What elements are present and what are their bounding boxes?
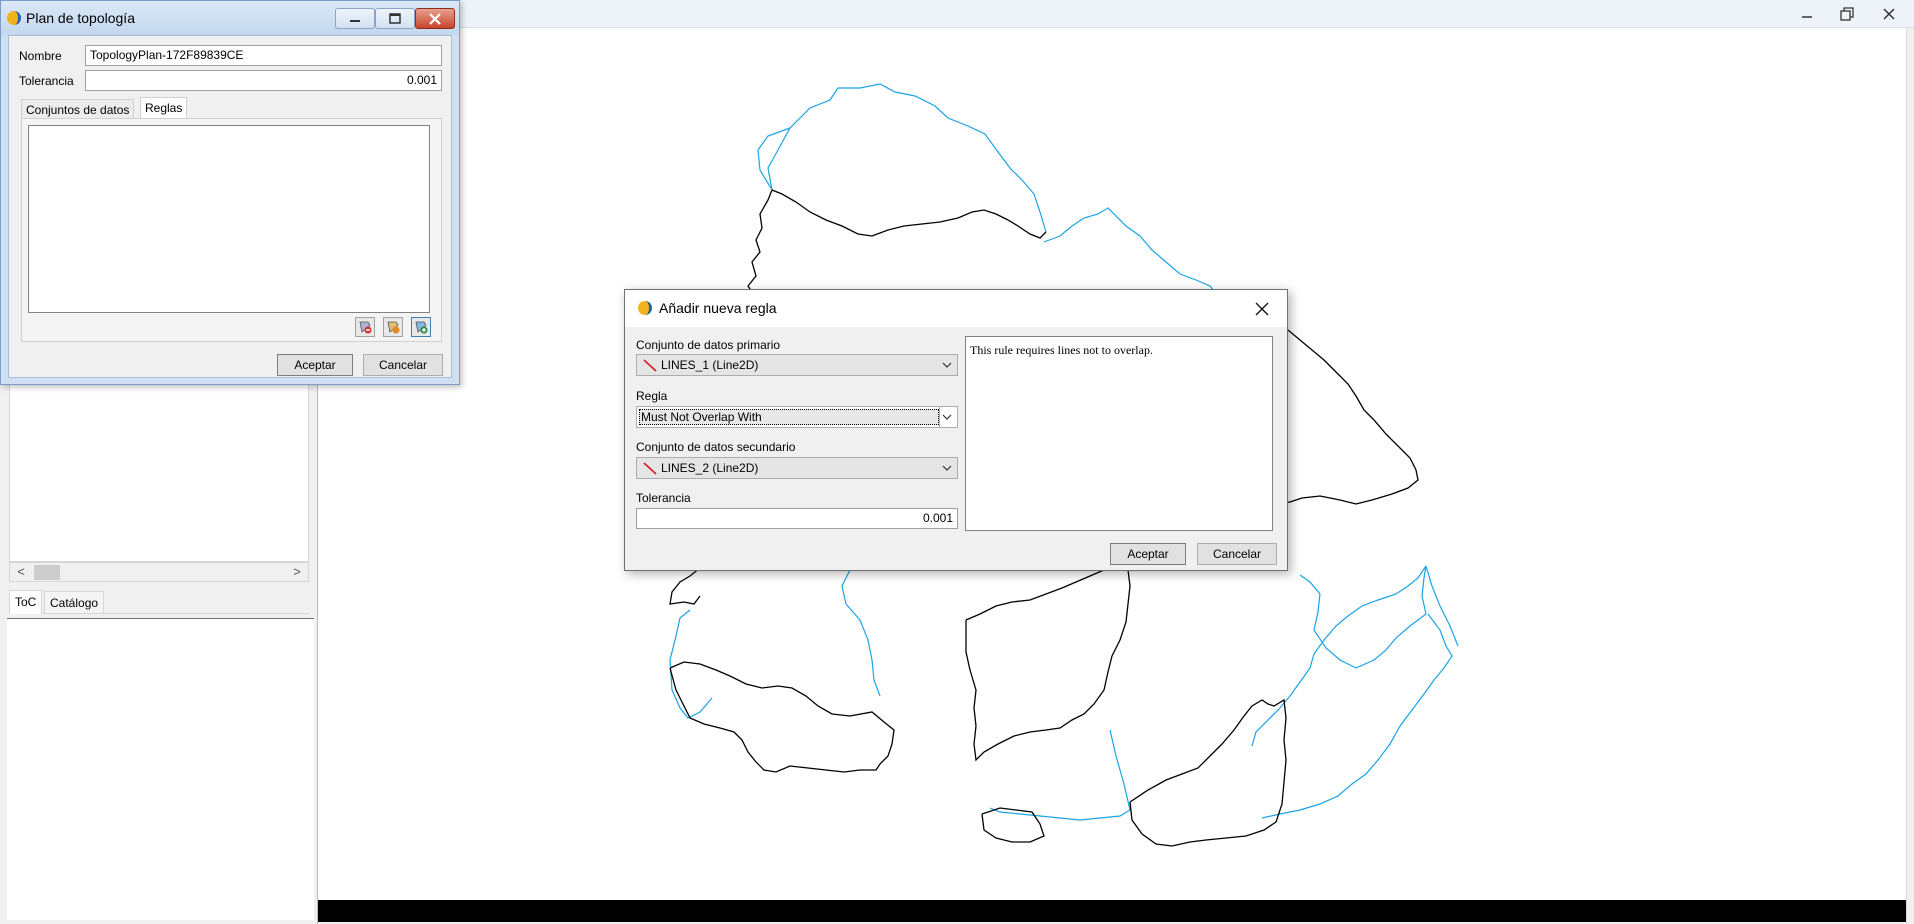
secondary-dataset-label: Conjunto de datos secundario <box>636 440 796 454</box>
rule-select[interactable]: Must Not Overlap With <box>636 406 958 428</box>
plan-name-field[interactable]: TopologyPlan-172F89839CE <box>85 45 442 66</box>
primary-dataset-value: LINES_1 (Line2D) <box>661 358 759 372</box>
plan-tolerance-field[interactable]: 0.001 <box>85 70 442 91</box>
add-rule-icon <box>415 321 428 334</box>
topology-plan-title: Plan de topología <box>26 10 135 26</box>
add-rule-dialog: Añadir nueva regla Conjunto de datos pri… <box>624 289 1288 571</box>
tab-catalogo[interactable]: Catálogo <box>44 591 105 613</box>
blue-line-south <box>989 729 1131 821</box>
primary-dataset-label: Conjunto de datos primario <box>636 338 781 352</box>
primary-dataset-select[interactable]: LINES_1 (Line2D) <box>636 354 958 376</box>
tab-conjuntos-de-datos[interactable]: Conjuntos de datos <box>21 99 135 119</box>
rule-accept-button[interactable]: Aceptar <box>1110 543 1186 565</box>
add-rule-button[interactable] <box>411 317 431 337</box>
rule-tolerance-label: Tolerancia <box>636 491 691 505</box>
black-line-nw-region <box>669 567 701 605</box>
plan-name-label: Nombre <box>19 49 62 63</box>
chevron-down-icon <box>942 414 952 420</box>
black-line-west-coast <box>747 189 773 293</box>
black-line-west-region <box>669 661 895 773</box>
left-panel-tabs: ToC Catálogo <box>9 590 309 614</box>
rule-label: Regla <box>636 389 668 403</box>
plan-tolerance-label: Tolerancia <box>19 74 74 88</box>
blue-line-north <box>767 83 1047 233</box>
app-logo-icon <box>7 11 21 25</box>
plan-close-button[interactable] <box>415 8 455 29</box>
tab-reglas[interactable]: Reglas <box>140 97 188 119</box>
maximize-icon <box>389 12 401 24</box>
app-logo-icon <box>638 301 652 315</box>
add-rule-title: Añadir nueva regla <box>659 300 777 316</box>
secondary-dataset-select[interactable]: LINES_2 (Line2D) <box>636 457 958 479</box>
map-statusbar <box>318 900 1906 922</box>
restore-icon <box>1840 7 1854 21</box>
topology-plan-titlebar[interactable]: Plan de topología <box>1 1 459 35</box>
plan-maximize-button[interactable] <box>375 8 415 29</box>
toc-horizontal-scrollbar[interactable]: < > <box>9 562 309 582</box>
rule-value: Must Not Overlap With <box>641 410 762 424</box>
plan-cancel-button[interactable]: Cancelar <box>363 354 443 376</box>
black-line-north-coast <box>771 189 1047 239</box>
edit-rule-button[interactable] <box>383 317 403 337</box>
scroll-thumb[interactable] <box>34 565 60 580</box>
scroll-right-arrow[interactable]: > <box>289 564 305 580</box>
close-icon <box>429 12 441 25</box>
black-line-southeast <box>1129 698 1287 847</box>
chevron-down-icon <box>942 362 952 368</box>
rule-cancel-button[interactable]: Cancelar <box>1197 543 1277 565</box>
window-close-button[interactable] <box>1872 1 1906 27</box>
close-icon <box>1883 8 1895 20</box>
blue-line-mid <box>841 569 881 697</box>
edit-rule-icon <box>387 321 400 334</box>
tab-toc[interactable]: ToC <box>9 590 43 614</box>
right-edge-panel <box>1906 28 1914 924</box>
black-line-center <box>965 565 1131 762</box>
rule-tolerance-field[interactable]: 0.001 <box>636 508 958 529</box>
plan-minimize-button[interactable] <box>335 8 375 29</box>
add-rule-close-button[interactable] <box>1251 298 1273 320</box>
window-restore-button[interactable] <box>1830 1 1864 27</box>
topology-plan-body: Nombre TopologyPlan-172F89839CE Toleranc… <box>8 35 452 378</box>
chevron-down-icon <box>942 465 952 471</box>
plan-accept-button[interactable]: Aceptar <box>277 354 353 376</box>
close-icon <box>1255 302 1269 316</box>
minimize-icon <box>350 19 360 22</box>
line-dataset-icon <box>643 462 657 475</box>
add-rule-titlebar[interactable]: Añadir nueva regla <box>625 290 1287 327</box>
rule-select-divider <box>939 407 940 427</box>
blue-line-coast <box>1261 613 1453 819</box>
rule-description: This rule requires lines not to overlap. <box>965 336 1273 531</box>
topology-plan-dialog: Plan de topología Nombre TopologyPlan-17… <box>0 0 460 385</box>
rules-list[interactable] <box>28 125 430 313</box>
line-dataset-icon <box>643 359 657 372</box>
toc-tree[interactable] <box>9 357 309 562</box>
secondary-dataset-value: LINES_2 (Line2D) <box>661 461 759 475</box>
remove-rule-icon <box>359 321 372 334</box>
scroll-left-arrow[interactable]: < <box>13 564 29 580</box>
minimize-icon <box>1802 16 1812 18</box>
rules-tab-panel <box>21 118 442 342</box>
window-minimize-button[interactable] <box>1790 1 1824 27</box>
catalog-area[interactable] <box>7 618 314 920</box>
blue-line-southeast <box>1251 565 1427 747</box>
blue-line-west <box>669 609 713 719</box>
remove-rule-button[interactable] <box>355 317 375 337</box>
